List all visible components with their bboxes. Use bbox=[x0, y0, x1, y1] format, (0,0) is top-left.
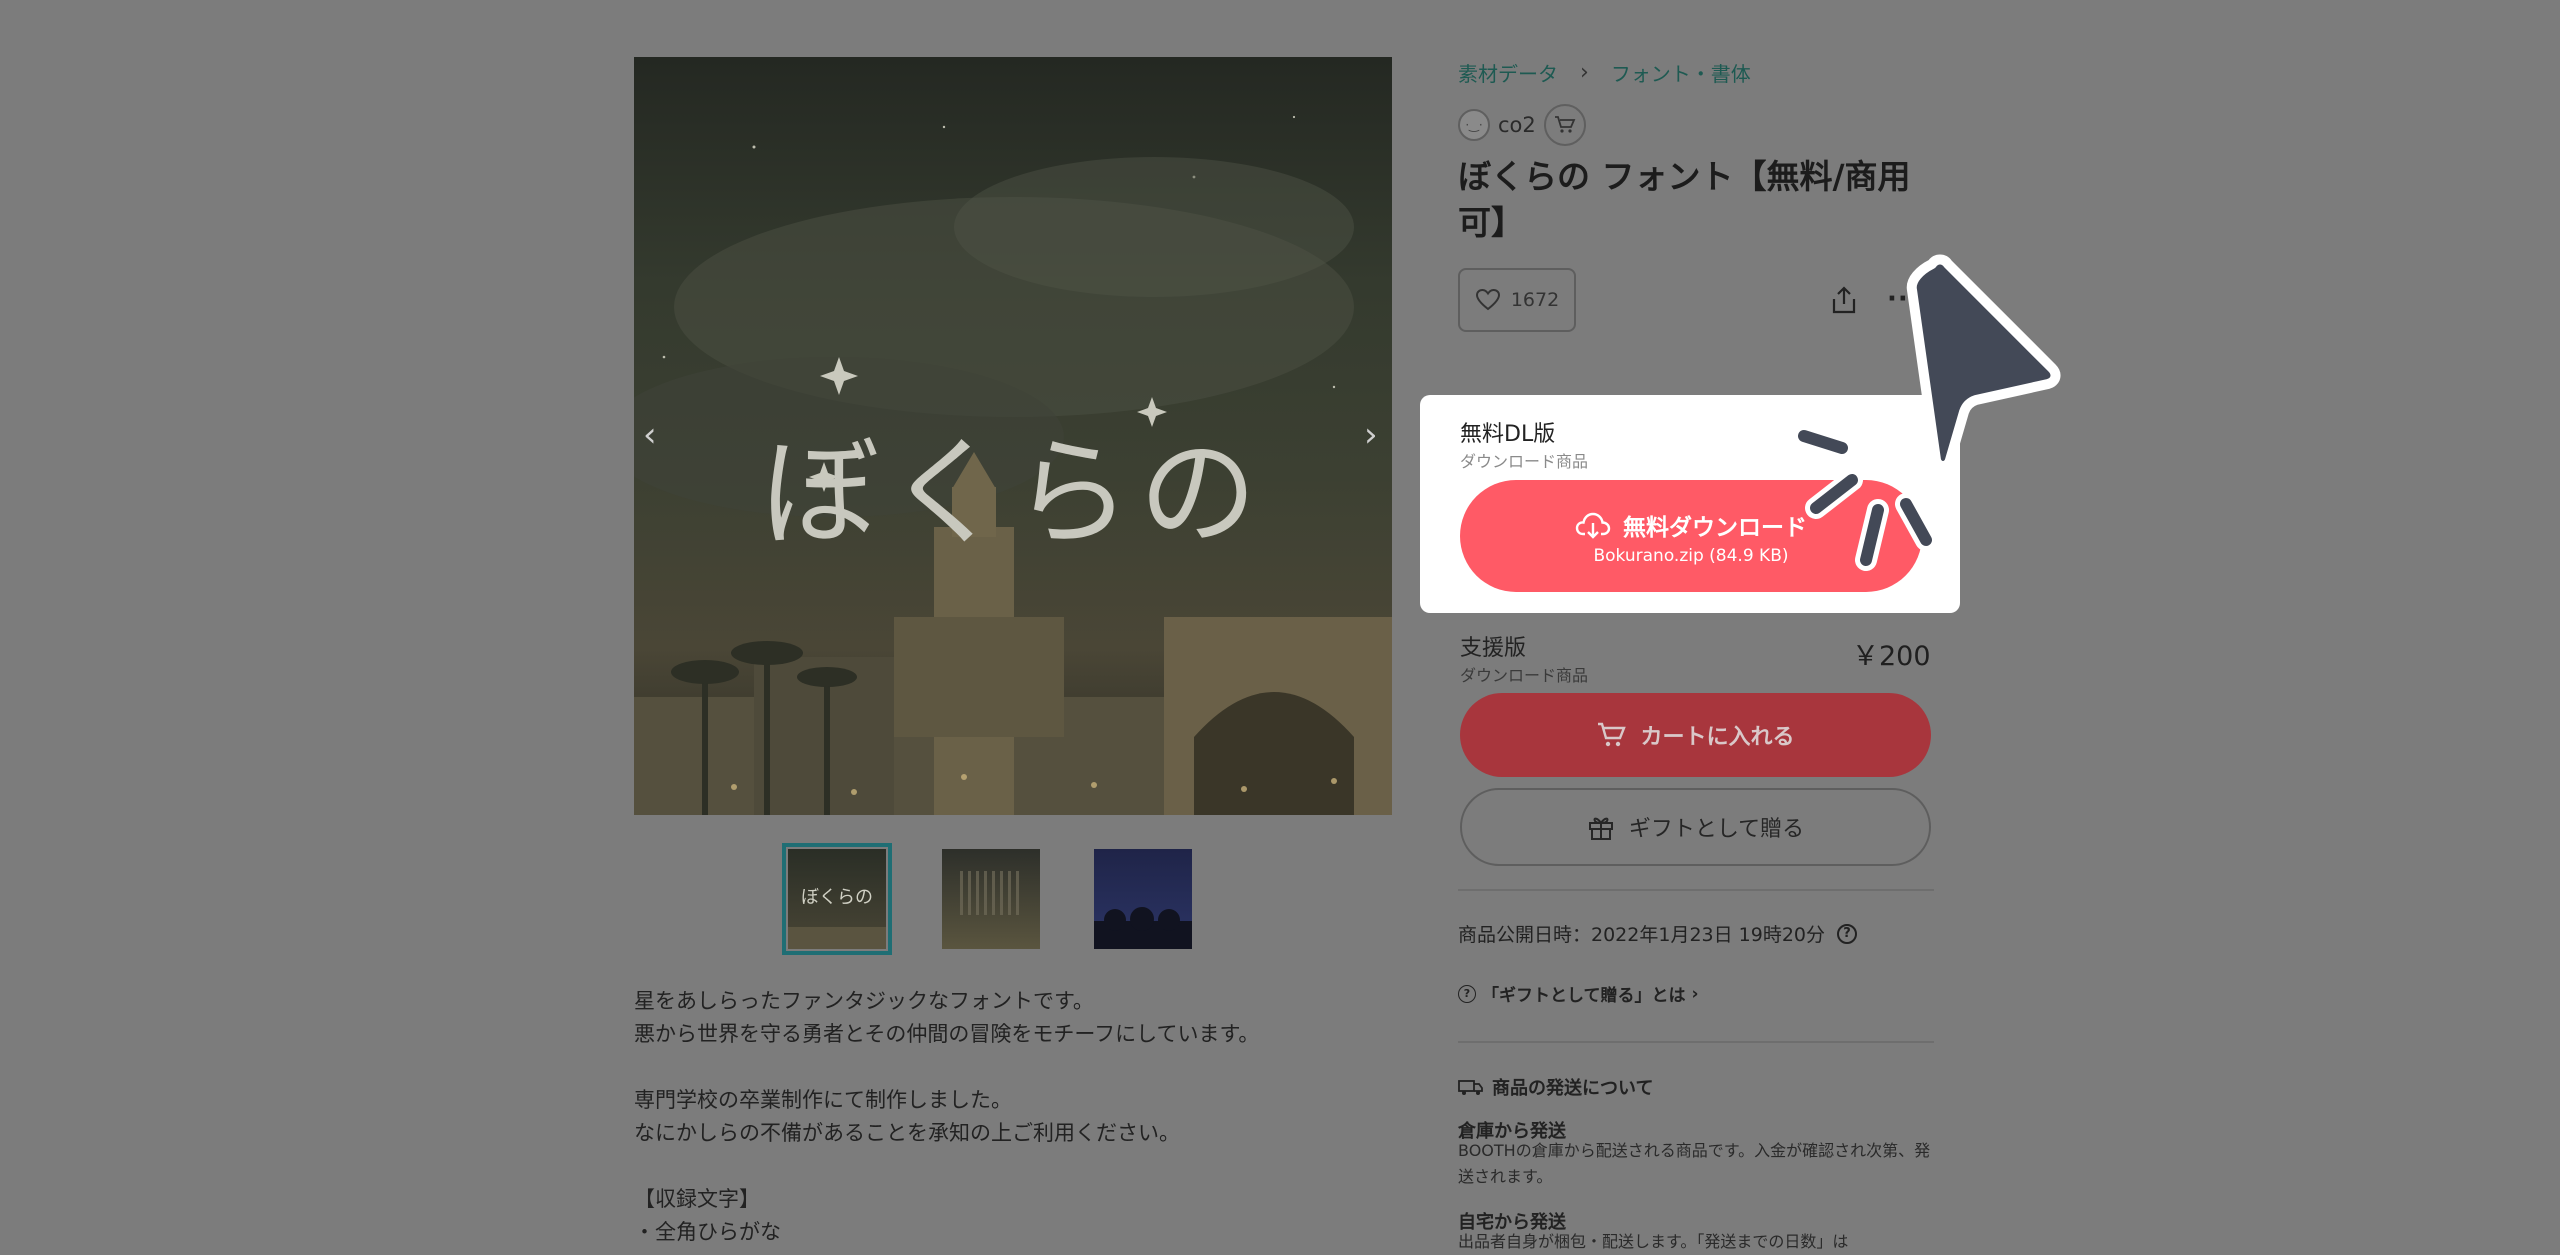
published-date-text: 商品公開日時：2022年1月23日 19時20分 bbox=[1458, 924, 1826, 946]
help-icon[interactable]: ? bbox=[1837, 923, 1858, 944]
send-as-gift-label: ギフトとして贈る bbox=[1628, 817, 1805, 842]
divider bbox=[1458, 889, 1934, 891]
cart-icon bbox=[1554, 116, 1576, 133]
like-button[interactable]: 1672 bbox=[1458, 268, 1576, 332]
avatar-face: ·‿· bbox=[1465, 118, 1483, 132]
divider bbox=[1458, 1041, 1934, 1043]
free-variant-type: ダウンロード商品 bbox=[1460, 452, 1589, 471]
free-variant-name: 無料DL版 bbox=[1460, 422, 1556, 447]
add-to-cart-button[interactable]: カートに入れる bbox=[1460, 693, 1931, 777]
shipping-title: 商品の発送について bbox=[1458, 1074, 1653, 1100]
gift-icon bbox=[1588, 817, 1613, 840]
prev-image-icon[interactable]: ‹ bbox=[643, 418, 657, 452]
product-title: ぼくらの フォント【無料/商用可】 bbox=[1458, 157, 1911, 242]
cloud-download-icon bbox=[1575, 512, 1611, 539]
like-count: 1672 bbox=[1510, 289, 1560, 311]
truck-icon bbox=[1458, 1080, 1483, 1095]
click-cursor-icon bbox=[1793, 254, 2061, 571]
next-image-icon[interactable]: › bbox=[1364, 418, 1378, 452]
product-main-image[interactable]: ぼくらの bbox=[634, 57, 1392, 815]
thumbnail-2[interactable] bbox=[942, 849, 1040, 949]
warehouse-text: BOOTHの倉庫から配送される商品です。入金が確認され次第、発送されます。 bbox=[1458, 1141, 1931, 1186]
question-icon: ? bbox=[1458, 984, 1476, 1003]
breadcrumb-separator: › bbox=[1580, 60, 1589, 85]
shop-avatar[interactable]: ·‿· bbox=[1458, 109, 1490, 141]
breadcrumb-category[interactable]: 素材データ bbox=[1458, 58, 1558, 87]
shop-cart-button[interactable] bbox=[1543, 104, 1586, 146]
add-to-cart-label: カートに入れる bbox=[1640, 725, 1795, 750]
chevron-right-icon: › bbox=[1691, 983, 1699, 1004]
support-variant-name: 支援版 bbox=[1460, 636, 1527, 661]
product-description: 星をあしらったファンタジックなフォントです。 悪から世界を守る勇者とその仲間の冒… bbox=[634, 989, 1260, 1244]
heart-icon bbox=[1475, 288, 1500, 311]
published-date: 商品公開日時：2022年1月23日 19時20分 ? bbox=[1458, 920, 1858, 947]
thumbnail-1-text: ぼくらの bbox=[801, 887, 873, 908]
gift-info-link[interactable]: ? 「ギフトとして贈る」とは › bbox=[1458, 981, 1699, 1006]
home-text: 出品者自身が梱包・配送します。「発送までの日数」は bbox=[1458, 1232, 1849, 1251]
send-as-gift-button[interactable]: ギフトとして贈る bbox=[1460, 788, 1931, 866]
thumbnail-3[interactable] bbox=[1094, 849, 1192, 949]
breadcrumb: 素材データ › フォント・書体 bbox=[1458, 58, 1751, 87]
shipping-title-text: 商品の発送について bbox=[1492, 1078, 1654, 1099]
thumbnail-1[interactable]: ぼくらの bbox=[782, 843, 892, 955]
support-price: ￥200 bbox=[1852, 641, 1931, 672]
support-variant-type: ダウンロード商品 bbox=[1460, 666, 1589, 685]
gift-info-link-text: 「ギフトとして贈る」とは bbox=[1482, 986, 1686, 1006]
shop-name[interactable]: co2 bbox=[1498, 113, 1536, 137]
breadcrumb-subcategory[interactable]: フォント・書体 bbox=[1611, 58, 1751, 87]
cart-icon bbox=[1598, 722, 1627, 747]
hero-title-text: ぼくらの bbox=[760, 424, 1265, 562]
shop-info: ·‿· co2 bbox=[1458, 104, 1586, 146]
